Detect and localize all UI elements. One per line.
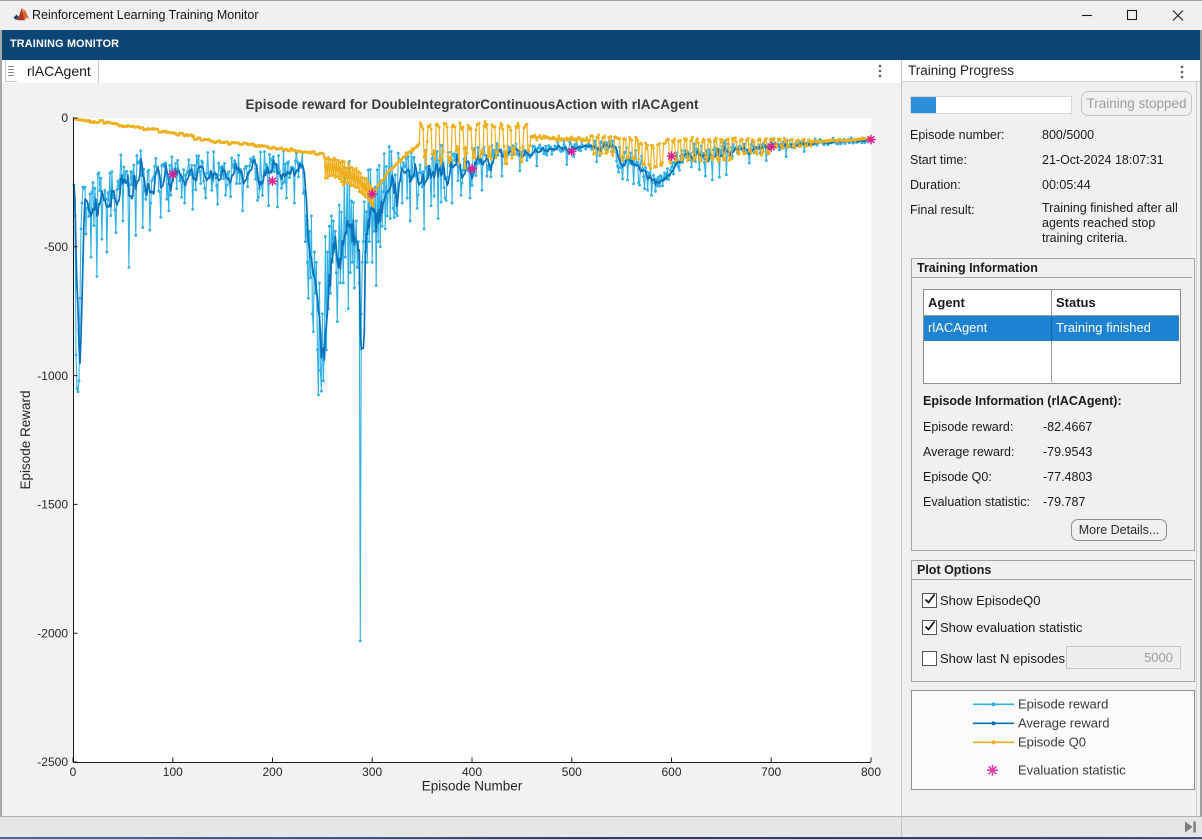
svg-text:Episode Number: Episode Number: [422, 779, 523, 794]
svg-text:Episode Q0: Episode Q0: [1018, 735, 1086, 750]
svg-text:300: 300: [362, 765, 382, 779]
svg-text:0: 0: [70, 765, 77, 779]
svg-text:Episode reward: Episode reward: [1018, 697, 1108, 712]
svg-text:500: 500: [562, 765, 582, 779]
svg-text:100: 100: [163, 765, 183, 779]
svg-text:Average reward: Average reward: [1018, 716, 1110, 731]
svg-text:200: 200: [262, 765, 282, 779]
svg-text:-2000: -2000: [37, 626, 68, 640]
svg-text:700: 700: [761, 765, 781, 779]
svg-text:-500: -500: [44, 240, 68, 254]
svg-text:800: 800: [861, 765, 881, 779]
svg-text:600: 600: [661, 765, 681, 779]
svg-text:-2500: -2500: [37, 755, 68, 769]
svg-text:-1500: -1500: [37, 498, 68, 512]
svg-text:Episode Reward: Episode Reward: [18, 390, 33, 489]
svg-text:Episode reward for DoubleInteg: Episode reward for DoubleIntegratorConti…: [245, 97, 699, 112]
svg-text:0: 0: [61, 111, 68, 125]
svg-text:400: 400: [462, 765, 482, 779]
svg-text:Evaluation statistic: Evaluation statistic: [1018, 763, 1126, 778]
svg-text:-1000: -1000: [37, 369, 68, 383]
